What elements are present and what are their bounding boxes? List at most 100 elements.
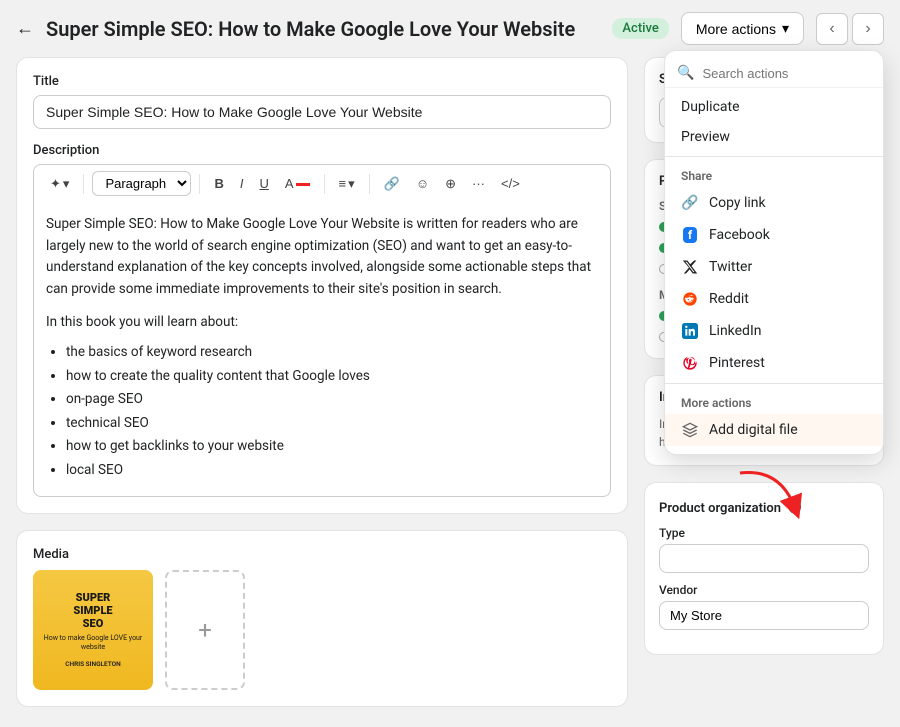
book-subtitle: How to make Google LOVE your website xyxy=(41,634,145,652)
media-grid: SUPER SIMPLE SEO How to make Google LOVE… xyxy=(33,570,611,690)
content-card: Title Description ✦ ▾ Paragraph B I xyxy=(16,57,628,514)
prev-button[interactable]: ‹ xyxy=(816,13,848,45)
dropdown-share-item[interactable]: LinkedIn xyxy=(665,315,883,347)
share-icon-linkedin xyxy=(681,322,699,340)
more-btn[interactable]: ⊕ xyxy=(439,172,462,196)
underline-btn[interactable]: U xyxy=(253,172,274,195)
more-actions-label: More actions xyxy=(696,21,776,37)
share-item-label: Facebook xyxy=(709,227,770,243)
dropdown-item[interactable]: Preview xyxy=(665,122,883,152)
share-item-label: Twitter xyxy=(709,259,752,275)
share-icon-pinterest xyxy=(681,354,699,372)
editor-toolbar: ✦ ▾ Paragraph B I U A xyxy=(33,164,611,202)
dropdown-more-item[interactable]: Add digital file xyxy=(665,414,883,446)
book-title-line1: SUPER xyxy=(76,591,111,604)
style-btn[interactable]: ✦ ▾ xyxy=(44,172,75,196)
dropdown-share-item[interactable]: f Facebook xyxy=(665,219,883,251)
header: ← Super Simple SEO: How to Make Google L… xyxy=(0,0,900,57)
more-actions-dropdown: 🔍 DuplicatePreview Share 🔗 Copy link f Face… xyxy=(664,50,884,455)
dropdown-divider-1 xyxy=(665,156,883,157)
book-title-line3: SEO xyxy=(83,617,104,630)
share-item-label: Copy link xyxy=(709,195,766,211)
italic-btn[interactable]: I xyxy=(234,172,250,195)
description-paragraph-2: In this book you will learn about: xyxy=(46,312,598,334)
share-item-label: Reddit xyxy=(709,291,749,307)
media-card: Media SUPER SIMPLE SEO How to make Googl… xyxy=(16,530,628,707)
share-item-label: Pinterest xyxy=(709,355,765,371)
dropdown-share-item[interactable]: Twitter xyxy=(665,251,883,283)
dropdown-item[interactable]: Duplicate xyxy=(665,92,883,122)
media-thumbnail[interactable]: SUPER SIMPLE SEO How to make Google LOVE… xyxy=(33,570,153,690)
dropdown-share-item[interactable]: Pinterest xyxy=(665,347,883,379)
vendor-field: Vendor xyxy=(659,583,869,630)
title-input[interactable] xyxy=(33,95,611,129)
add-media-button[interactable]: + xyxy=(165,570,245,690)
style-chevron: ▾ xyxy=(63,176,70,192)
dropdown-share-items: 🔗 Copy link f Facebook Twitter Reddit LinkedIn… xyxy=(665,187,883,379)
text-color-label: A xyxy=(285,176,294,191)
code-btn[interactable]: </> xyxy=(495,172,526,195)
align-btn[interactable]: ≡ ▾ xyxy=(333,172,361,196)
divider-3 xyxy=(324,174,325,194)
book-title-line2: SIMPLE xyxy=(73,604,112,617)
media-label: Media xyxy=(33,547,611,562)
editor-area[interactable]: Super Simple SEO: How to Make Google Lov… xyxy=(33,202,611,497)
vendor-input[interactable] xyxy=(659,601,869,630)
dropdown-share-item[interactable]: 🔗 Copy link xyxy=(665,187,883,219)
dropdown-more-items: Add digital file xyxy=(665,414,883,446)
book-cover: SUPER SIMPLE SEO How to make Google LOVE… xyxy=(33,570,153,690)
type-field: Type xyxy=(659,526,869,573)
description-list-item: how to create the quality content that G… xyxy=(66,366,598,388)
back-icon: ← xyxy=(16,18,34,39)
description-paragraph-1: Super Simple SEO: How to Make Google Lov… xyxy=(46,214,598,300)
add-digital-file-icon xyxy=(681,421,699,439)
description-list-item: on-page SEO xyxy=(66,389,598,411)
nav-arrows: ‹ › xyxy=(816,13,884,45)
dropdown-divider-2 xyxy=(665,383,883,384)
more-actions-section-label: More actions xyxy=(665,388,883,414)
type-input[interactable] xyxy=(659,544,869,573)
more-options-btn[interactable]: ··· xyxy=(466,172,491,195)
share-icon-facebook: f xyxy=(681,226,699,244)
share-icon-copy link: 🔗 xyxy=(681,194,699,212)
description-label: Description xyxy=(33,143,611,158)
paragraph-select[interactable]: Paragraph xyxy=(92,171,191,196)
search-icon: 🔍 xyxy=(677,65,694,81)
share-icon-twitter xyxy=(681,258,699,276)
add-digital-file-label: Add digital file xyxy=(709,422,798,438)
share-item-label: LinkedIn xyxy=(709,323,762,339)
next-button[interactable]: › xyxy=(852,13,884,45)
description-list: the basics of keyword researchhow to cre… xyxy=(46,342,598,482)
emoji-btn[interactable]: ☺ xyxy=(410,172,435,195)
align-chevron: ▾ xyxy=(348,176,355,192)
share-icon-reddit xyxy=(681,290,699,308)
divider-1 xyxy=(83,174,84,194)
description-list-item: how to get backlinks to your website xyxy=(66,436,598,458)
share-section-label: Share xyxy=(665,161,883,187)
description-list-item: the basics of keyword research xyxy=(66,342,598,364)
more-actions-button[interactable]: More actions ▾ xyxy=(681,12,804,45)
style-icon: ✦ xyxy=(50,176,61,192)
title-label: Title xyxy=(33,74,611,89)
divider-2 xyxy=(199,174,200,194)
status-badge: Active xyxy=(612,18,668,39)
page-title: Super Simple SEO: How to Make Google Lov… xyxy=(46,17,600,41)
dropdown-top-items: DuplicatePreview xyxy=(665,92,883,152)
arrow-annotation xyxy=(730,463,810,527)
bold-btn[interactable]: B xyxy=(208,172,229,195)
book-author: CHRIS SINGLETON xyxy=(65,660,121,668)
divider-4 xyxy=(369,174,370,194)
link-btn[interactable]: 🔗 xyxy=(378,172,406,196)
type-label: Type xyxy=(659,526,869,540)
page-wrapper: ← Super Simple SEO: How to Make Google L… xyxy=(0,0,900,727)
search-actions-input[interactable] xyxy=(702,66,878,81)
dropdown-share-item[interactable]: Reddit xyxy=(665,283,883,315)
dropdown-search: 🔍 xyxy=(665,59,883,88)
vendor-label: Vendor xyxy=(659,583,869,597)
align-icon: ≡ xyxy=(339,176,347,191)
text-color-btn[interactable]: A xyxy=(279,172,316,195)
description-list-item: technical SEO xyxy=(66,413,598,435)
description-list-item: local SEO xyxy=(66,460,598,482)
chevron-down-icon: ▾ xyxy=(782,20,789,37)
back-button[interactable]: ← xyxy=(16,18,34,39)
